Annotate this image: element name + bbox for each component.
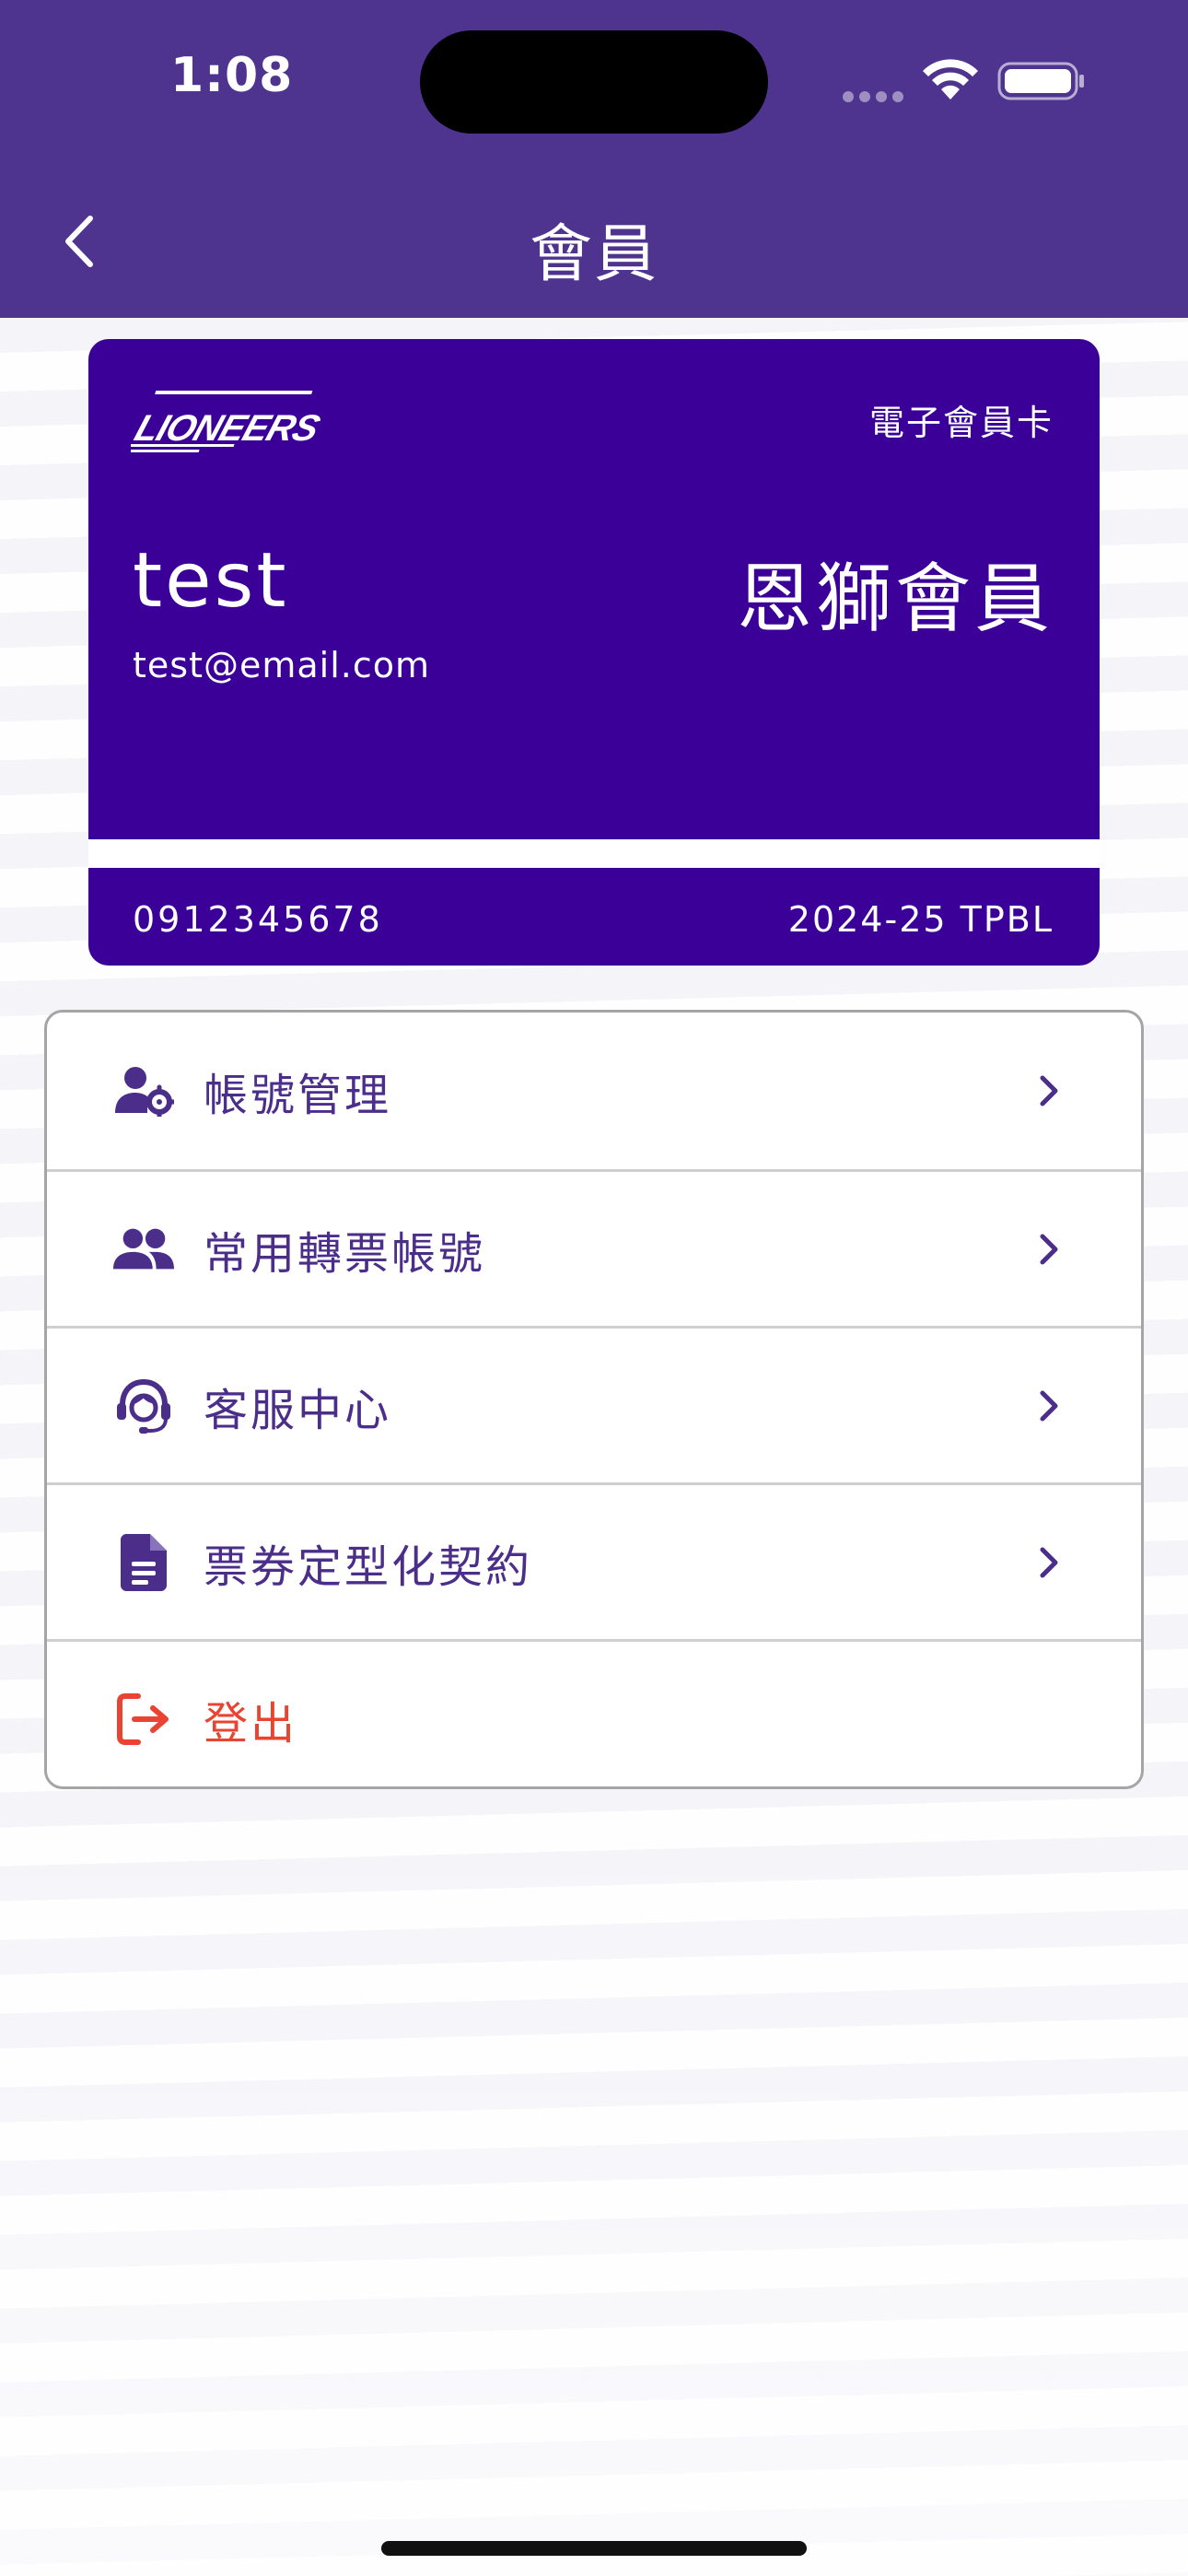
member-phone: 0912345678 xyxy=(133,899,383,940)
menu-item-account-management[interactable]: 帳號管理 xyxy=(47,1013,1141,1169)
menu-item-label: 票券定型化契約 xyxy=(204,1540,533,1593)
chevron-right-icon xyxy=(1032,1383,1066,1429)
chevron-right-icon xyxy=(1032,1226,1066,1272)
member-name: test xyxy=(133,537,289,625)
menu-item-label: 帳號管理 xyxy=(204,1070,392,1121)
headset-icon xyxy=(113,1376,174,1436)
status-time: 1:08 xyxy=(170,48,294,103)
chevron-right-icon xyxy=(1032,1540,1066,1586)
battery-icon xyxy=(997,62,1084,100)
member-email: test@email.com xyxy=(133,645,431,685)
user-gear-icon xyxy=(113,1060,174,1121)
background-fade xyxy=(0,1751,1188,2576)
chevron-left-icon xyxy=(65,216,93,267)
menu-item-customer-service[interactable]: 客服中心 xyxy=(47,1326,1141,1482)
member-level: 恩獅會員 xyxy=(736,556,1054,643)
users-icon xyxy=(113,1219,174,1280)
card-type-label: 電子會員卡 xyxy=(868,403,1054,443)
member-season: 2024-25 TPBL xyxy=(787,899,1054,940)
member-card: LIONEERS 電子會員卡 test 恩獅會員 test@email.com … xyxy=(88,339,1100,966)
chevron-right-icon xyxy=(1032,1068,1066,1114)
wifi-icon xyxy=(923,59,978,100)
dynamic-island xyxy=(420,30,768,134)
logout-icon xyxy=(113,1689,174,1750)
back-button[interactable] xyxy=(52,205,107,278)
home-indicator xyxy=(381,2541,807,2556)
cellular-signal-icon xyxy=(843,88,909,106)
document-icon xyxy=(113,1532,174,1593)
page-title: 會員 xyxy=(529,218,658,291)
logout-label: 登出 xyxy=(204,1697,298,1750)
menu-item-label: 常用轉票帳號 xyxy=(204,1227,486,1280)
menu-item-ticket-contract[interactable]: 票券定型化契約 xyxy=(47,1482,1141,1639)
logout-button[interactable]: 登出 xyxy=(47,1639,1141,1786)
lioneers-logo: LIONEERS xyxy=(131,391,324,452)
menu-item-label: 客服中心 xyxy=(204,1384,392,1436)
svg-text:LIONEERS: LIONEERS xyxy=(131,407,324,449)
menu-item-transfer-accounts[interactable]: 常用轉票帳號 xyxy=(47,1169,1141,1326)
account-menu: 帳號管理 常用轉票帳號 客服中心 票券定型化契約 登出 xyxy=(44,1010,1144,1789)
header: 1:08 會員 xyxy=(0,0,1188,318)
